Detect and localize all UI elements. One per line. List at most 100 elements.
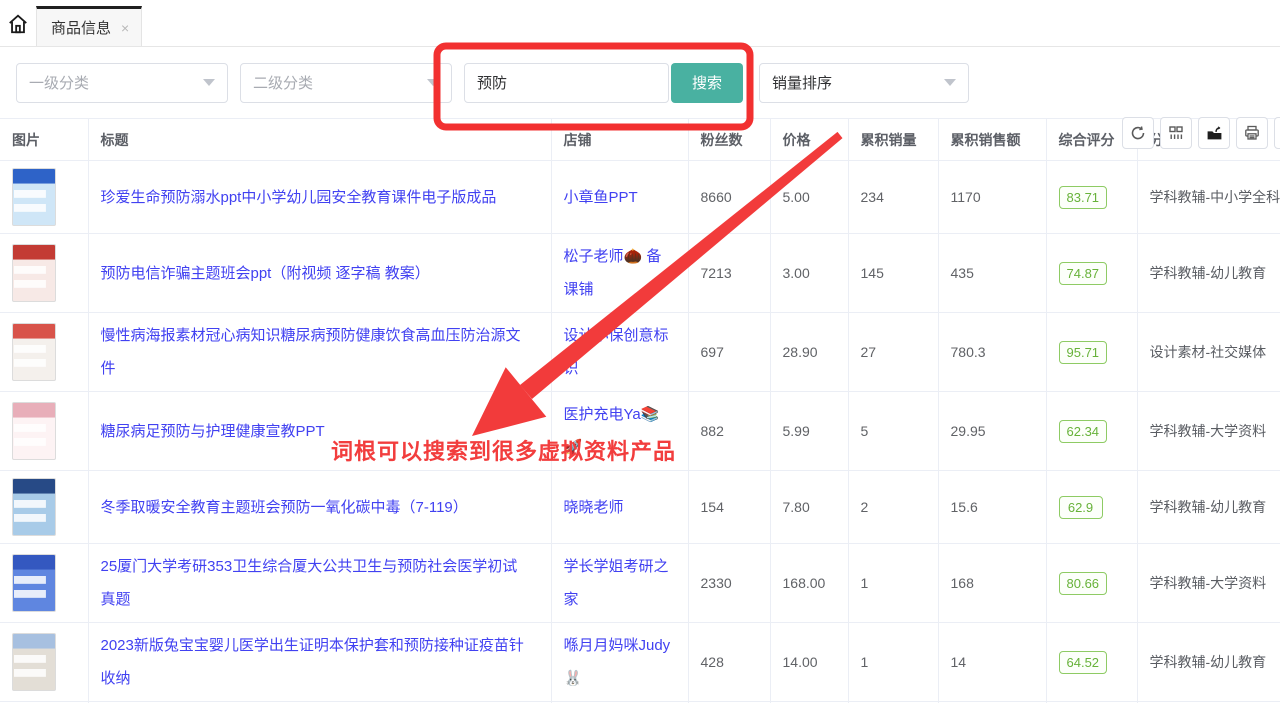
total-sales: 145 (848, 234, 938, 313)
products-table: 图片标题店铺粉丝数价格累积销量累积销售额综合评分分类 珍爱生命预防溺水ppt中小… (0, 118, 1280, 703)
product-title-link[interactable]: 2023新版兔宝宝婴儿医学出生证明本保护套和预防接种证疫苗针收纳 (101, 637, 524, 687)
chevron-down-icon (427, 79, 439, 86)
column-header-3: 粉丝数 (688, 119, 770, 161)
fans-count: 8660 (688, 161, 770, 234)
score-badge: 74.87 (1059, 262, 1108, 285)
table-row: 糖尿病足预防与护理健康宣教PPT 医护充电Ya📚 🚀 882 5.99 5 29… (0, 392, 1280, 471)
total-sales: 1 (848, 544, 938, 623)
product-thumbnail[interactable] (12, 168, 56, 226)
table-row: 2023新版兔宝宝婴儿医学出生证明本保护套和预防接种证疫苗针收纳 喺月月妈咪Ju… (0, 623, 1280, 702)
total-sales-amount: 168 (938, 544, 1046, 623)
table-header-row: 图片标题店铺粉丝数价格累积销量累积销售额综合评分分类 (0, 119, 1280, 161)
price: 168.00 (770, 544, 848, 623)
fans-count: 882 (688, 392, 770, 471)
shop-link[interactable]: 小章鱼PPT (564, 189, 638, 206)
fans-count: 428 (688, 623, 770, 702)
category: 设计素材-社交媒体 (1137, 313, 1280, 392)
column-header-6: 累积销售额 (938, 119, 1046, 161)
column-header-4: 价格 (770, 119, 848, 161)
product-thumbnail[interactable] (12, 478, 56, 536)
table-row: 预防电信诈骗主题班会ppt（附视频 逐字稿 教案） 松子老师🌰 备课铺 7213… (0, 234, 1280, 313)
tab-label: 商品信息 (51, 17, 111, 38)
score-badge: 83.71 (1059, 186, 1108, 209)
more-tool-button[interactable] (1274, 117, 1280, 149)
price: 14.00 (770, 623, 848, 702)
product-thumbnail[interactable] (12, 244, 56, 302)
product-title-link[interactable]: 25厦门大学考研353卫生综合厦大公共卫生与预防社会医学初试真题 (101, 558, 518, 608)
shop-link[interactable]: 松子老师🌰 备课铺 (564, 248, 662, 298)
category1-placeholder: 一级分类 (29, 72, 89, 93)
total-sales-amount: 435 (938, 234, 1046, 313)
product-thumbnail[interactable] (12, 554, 56, 612)
price: 3.00 (770, 234, 848, 313)
score-badge: 62.9 (1059, 496, 1103, 519)
total-sales: 234 (848, 161, 938, 234)
score-badge: 62.34 (1059, 420, 1108, 443)
total-sales-amount: 1170 (938, 161, 1046, 234)
total-sales-amount: 14 (938, 623, 1046, 702)
product-title-link[interactable]: 糖尿病足预防与护理健康宣教PPT (101, 423, 325, 440)
price: 28.90 (770, 313, 848, 392)
close-icon[interactable]: × (121, 21, 129, 35)
export-button[interactable] (1198, 117, 1230, 149)
category1-select[interactable]: 一级分类 (16, 63, 228, 103)
column-header-2: 店铺 (551, 119, 688, 161)
export-icon (1206, 125, 1223, 142)
product-title-link[interactable]: 冬季取暖安全教育主题班会预防一氧化碳中毒（7-119） (101, 499, 468, 516)
search-button[interactable]: 搜索 (671, 63, 743, 103)
shop-link[interactable]: 学长学姐考研之家 (564, 558, 669, 608)
table-row: 珍爱生命预防溺水ppt中小学幼儿园安全教育课件电子版成品 小章鱼PPT 8660… (0, 161, 1280, 234)
table-row: 慢性病海报素材冠心病知识糖尿病预防健康饮食高血压防治源文件 设计小保创意标识 6… (0, 313, 1280, 392)
tab-bar: 商品信息 × (0, 0, 1280, 47)
product-thumbnail[interactable] (12, 402, 56, 460)
shop-link[interactable]: 设计小保创意标识 (564, 327, 669, 377)
price: 5.00 (770, 161, 848, 234)
category: 学科教辅-大学资料 (1137, 544, 1280, 623)
table-row: 冬季取暖安全教育主题班会预防一氧化碳中毒（7-119） 晓晓老师 154 7.8… (0, 471, 1280, 544)
table-row: 25厦门大学考研353卫生综合厦大公共卫生与预防社会医学初试真题 学长学姐考研之… (0, 544, 1280, 623)
column-header-0: 图片 (0, 119, 88, 161)
category: 学科教辅-幼儿教育 (1137, 234, 1280, 313)
home-icon (7, 13, 29, 40)
score-badge: 95.71 (1059, 341, 1108, 364)
shop-link[interactable]: 喺月月妈咪Judy🐰 (564, 637, 671, 687)
shop-link[interactable]: 医护充电Ya📚 🚀 (564, 406, 660, 456)
home-button[interactable] (0, 6, 36, 46)
refresh-button[interactable] (1122, 117, 1154, 149)
chevron-down-icon (203, 79, 215, 86)
category2-placeholder: 二级分类 (253, 72, 313, 93)
refresh-icon (1130, 125, 1146, 141)
page: 商品信息 × 一级分类 二级分类 搜索 销量排序 (0, 0, 1280, 703)
fans-count: 697 (688, 313, 770, 392)
fans-count: 154 (688, 471, 770, 544)
column-header-5: 累积销量 (848, 119, 938, 161)
product-title-link[interactable]: 珍爱生命预防溺水ppt中小学幼儿园安全教育课件电子版成品 (101, 189, 497, 206)
toolbar (1122, 117, 1280, 149)
sort-value: 销量排序 (772, 72, 832, 93)
total-sales-amount: 780.3 (938, 313, 1046, 392)
category: 学科教辅-幼儿教育 (1137, 471, 1280, 544)
print-button[interactable] (1236, 117, 1268, 149)
total-sales: 1 (848, 623, 938, 702)
fans-count: 2330 (688, 544, 770, 623)
product-title-link[interactable]: 预防电信诈骗主题班会ppt（附视频 逐字稿 教案） (101, 265, 430, 282)
sort-select[interactable]: 销量排序 (759, 63, 969, 103)
tab-product-info[interactable]: 商品信息 × (36, 6, 142, 46)
shop-link[interactable]: 晓晓老师 (564, 499, 624, 516)
chevron-down-icon (944, 79, 956, 86)
search-input[interactable] (464, 63, 669, 103)
product-title-link[interactable]: 慢性病海报素材冠心病知识糖尿病预防健康饮食高血压防治源文件 (101, 327, 521, 377)
category2-select[interactable]: 二级分类 (240, 63, 452, 103)
product-thumbnail[interactable] (12, 633, 56, 691)
category: 学科教辅-幼儿教育 (1137, 623, 1280, 702)
price: 5.99 (770, 392, 848, 471)
category: 学科教辅-中小学全科 (1137, 161, 1280, 234)
total-sales: 27 (848, 313, 938, 392)
category: 学科教辅-大学资料 (1137, 392, 1280, 471)
fans-count: 7213 (688, 234, 770, 313)
total-sales: 2 (848, 471, 938, 544)
score-badge: 80.66 (1059, 572, 1108, 595)
score-badge: 64.52 (1059, 651, 1108, 674)
product-thumbnail[interactable] (12, 323, 56, 381)
column-settings-button[interactable] (1160, 117, 1192, 149)
